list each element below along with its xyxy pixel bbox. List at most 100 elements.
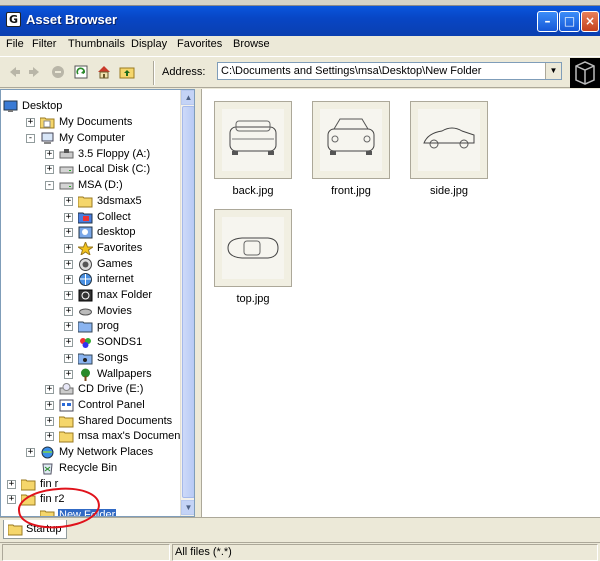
home-icon[interactable] (96, 64, 112, 80)
refresh-icon[interactable] (73, 64, 89, 80)
tree-item-label: internet (97, 273, 134, 285)
menu-favorites[interactable]: Favorites (177, 38, 222, 50)
collapse-toggle[interactable]: - (45, 181, 54, 190)
tree-item-label: MSA (D:) (78, 179, 123, 191)
cd-drive-icon (59, 383, 74, 395)
tree-item[interactable]: + internet (1, 272, 179, 288)
expand-toggle[interactable]: + (64, 228, 73, 237)
chevron-down-icon[interactable]: ▼ (545, 63, 561, 79)
collect-folder-icon (78, 212, 93, 224)
tree-item[interactable]: + Songs (1, 351, 179, 367)
thumbnail-tile[interactable] (410, 101, 488, 179)
tree-item[interactable]: + SONDS1 (1, 335, 179, 351)
stop-icon[interactable] (50, 64, 66, 80)
tree-item[interactable]: +3dsmax5 (1, 194, 179, 210)
menu-thumbnails[interactable]: Thumbnails (68, 38, 125, 50)
tree-item[interactable]: + Shared Documents (1, 414, 179, 430)
expand-toggle[interactable]: + (64, 370, 73, 379)
tree-item[interactable]: + My Network Places (1, 445, 179, 461)
expand-toggle[interactable]: + (26, 448, 35, 457)
tree-item[interactable]: + CD Drive (E:) (1, 382, 179, 398)
tree-item[interactable]: + fin r (1, 477, 179, 493)
maximize-button[interactable]: □ (559, 11, 580, 32)
tree-item[interactable]: + Movies (1, 304, 179, 320)
expand-toggle[interactable]: + (64, 213, 73, 222)
tree-item[interactable]: + prog (1, 319, 179, 335)
expand-toggle[interactable]: + (45, 417, 54, 426)
tree-item[interactable]: Recycle Bin (1, 461, 179, 477)
folder-tree[interactable]: Desktop + My Documents - My Computer +3.5 Flo… (0, 89, 195, 517)
expand-toggle[interactable]: + (64, 260, 73, 269)
expand-toggle[interactable]: + (64, 275, 73, 284)
expand-toggle[interactable]: + (64, 291, 73, 300)
menu-browse[interactable]: Browse (233, 38, 270, 50)
tree-item[interactable]: + Wallpapers (1, 367, 179, 383)
tree-item[interactable]: + Collect (1, 210, 179, 226)
expand-toggle[interactable]: + (64, 354, 73, 363)
games-folder-icon (79, 258, 92, 271)
menu-filter[interactable]: Filter (32, 38, 56, 50)
close-button[interactable]: × (581, 11, 599, 32)
minimize-button[interactable]: – (537, 11, 558, 32)
thumbnail-tile[interactable] (214, 209, 292, 287)
toolbar-separator (153, 61, 155, 85)
back-arrow-icon[interactable] (6, 64, 22, 80)
tree-item[interactable]: + My Documents (1, 115, 179, 131)
thumbnail-image (222, 109, 284, 171)
thumbnail-caption: top.jpg (236, 293, 270, 305)
scroll-down-arrow-icon[interactable]: ▼ (181, 500, 194, 515)
expand-toggle[interactable]: + (45, 385, 54, 394)
tree-item-label: Control Panel (78, 399, 145, 411)
address-field[interactable]: C:\Documents and Settings\msa\Desktop\Ne… (217, 62, 562, 80)
tree-item[interactable]: Desktop (1, 99, 179, 115)
tree-item-label: 3.5 Floppy (A:) (78, 148, 151, 160)
tree-item[interactable]: + max Folder (1, 288, 179, 304)
expand-toggle[interactable]: + (7, 495, 16, 504)
expand-toggle[interactable]: + (45, 401, 54, 410)
tree-item[interactable]: +3.5 Floppy (A:) (1, 147, 179, 163)
collapse-toggle[interactable]: - (26, 134, 35, 143)
my-computer-icon (41, 132, 54, 144)
tree-item[interactable]: + Control Panel (1, 398, 179, 414)
menu-file[interactable]: File (6, 38, 24, 50)
movies-folder-icon (79, 308, 92, 316)
expand-toggle[interactable]: + (26, 118, 35, 127)
thumbnail-tile[interactable] (214, 101, 292, 179)
menu-display[interactable]: Display (131, 38, 167, 50)
tree-item[interactable]: - My Computer (1, 131, 179, 147)
tree-item[interactable]: - MSA (D:) (1, 178, 179, 194)
scroll-thumb[interactable] (182, 106, 194, 498)
tree-scrollbar[interactable]: ▲ ▼ (180, 90, 194, 516)
thumbnail-image (320, 109, 382, 171)
expand-toggle[interactable]: + (64, 244, 73, 253)
forward-arrow-icon[interactable] (27, 64, 43, 80)
tree-item[interactable]: + Local Disk (C:) (1, 162, 179, 178)
tree-item-label: Shared Documents (78, 415, 173, 427)
tree-item-label: Desktop (22, 100, 63, 112)
prog-folder-icon (78, 321, 93, 333)
scroll-up-arrow-icon[interactable]: ▲ (181, 90, 194, 105)
expand-toggle[interactable]: + (64, 197, 73, 206)
status-filter-text: All files (*.*) (175, 546, 232, 558)
tree-item-label: My Documents (59, 116, 133, 128)
tree-item[interactable]: + desktop (1, 225, 179, 241)
status-cell-filter (172, 544, 598, 561)
car-top-view-icon (227, 237, 279, 259)
tree-item[interactable]: + Favorites (1, 241, 179, 257)
tree-item[interactable]: + msa max's Documents (1, 429, 189, 445)
tree-item-label: prog (97, 320, 120, 332)
expand-toggle[interactable]: + (45, 150, 54, 159)
tree-item[interactable]: + Games (1, 257, 179, 273)
expand-toggle[interactable]: + (64, 307, 73, 316)
tree-item-label: desktop (97, 226, 136, 238)
tree-item-label: SONDS1 (97, 336, 143, 348)
expand-toggle[interactable]: + (64, 338, 73, 347)
up-folder-icon[interactable] (119, 64, 135, 80)
thumbnail-image (222, 217, 284, 279)
expand-toggle[interactable]: + (45, 432, 54, 441)
expand-toggle[interactable]: + (45, 165, 54, 174)
desktop-icon (3, 100, 18, 112)
expand-toggle[interactable]: + (7, 480, 16, 489)
expand-toggle[interactable]: + (64, 322, 73, 331)
thumbnail-tile[interactable] (312, 101, 390, 179)
